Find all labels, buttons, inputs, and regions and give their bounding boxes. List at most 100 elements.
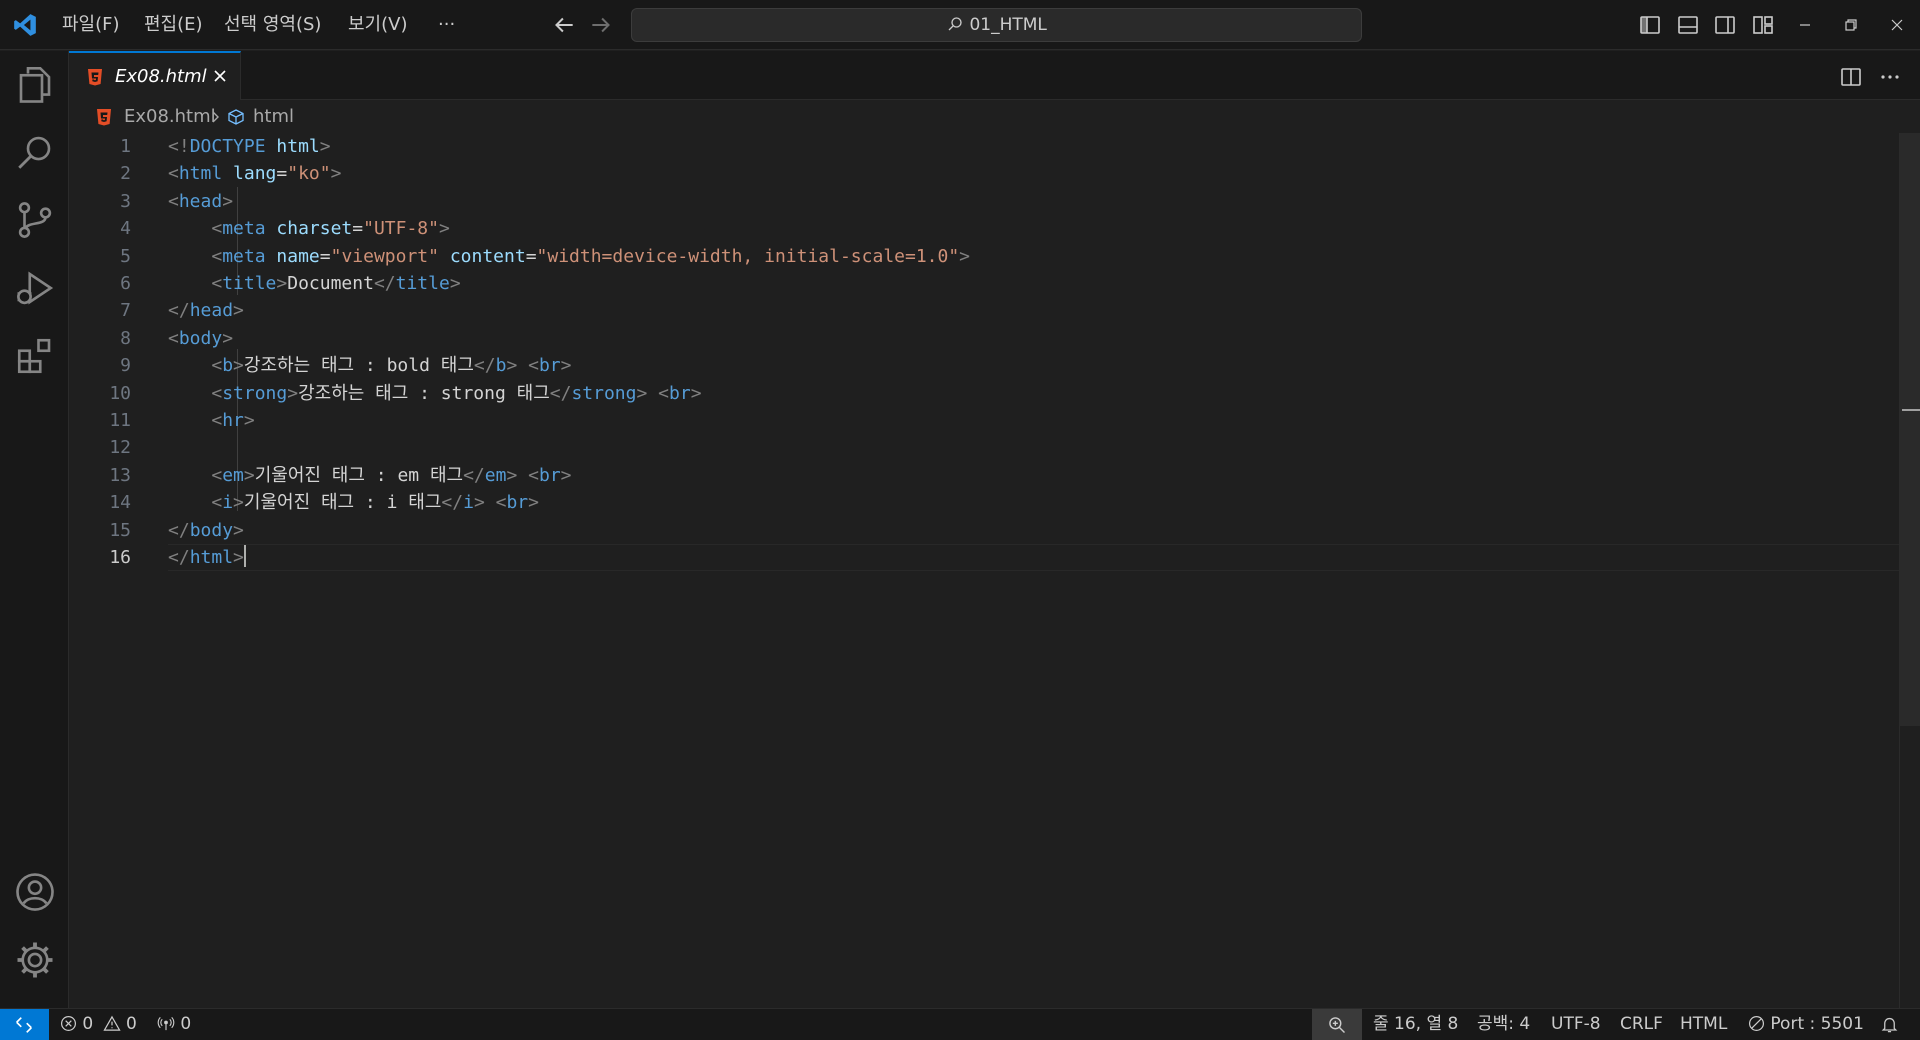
toggle-panel-icon[interactable] xyxy=(1676,13,1700,37)
accounts-icon[interactable] xyxy=(14,871,56,913)
live-server-status[interactable]: Port : 5501 xyxy=(1748,1009,1864,1040)
menu-selection[interactable]: 선택 영역(S) xyxy=(216,0,329,50)
code-line[interactable]: 14 <i>기울어진 태그 : i 태그</i> <br> xyxy=(69,489,1899,516)
code-line[interactable]: 4 <meta charset="UTF-8"> xyxy=(69,215,1899,242)
code-token: > xyxy=(560,464,572,486)
toggle-secondary-sidebar-icon[interactable] xyxy=(1713,13,1737,37)
code-token: br xyxy=(538,355,561,377)
code-token: b xyxy=(495,355,507,377)
tab-ex08-html[interactable]: Ex08.html xyxy=(69,51,241,100)
end-of-line[interactable]: CRLF xyxy=(1620,1009,1663,1040)
explorer-icon[interactable] xyxy=(14,63,56,105)
extensions-icon[interactable] xyxy=(14,335,56,377)
indentation[interactable]: 공백: 4 xyxy=(1477,1009,1530,1040)
split-editor-icon[interactable] xyxy=(1839,65,1863,89)
line-number: 7 xyxy=(120,300,131,322)
code-token: > xyxy=(449,273,461,294)
code-line[interactable]: 9 <b>강조하는 태그 : bold 태그</b> <br> xyxy=(69,352,1899,379)
search-icon[interactable] xyxy=(14,131,56,173)
code-token: i xyxy=(463,492,474,514)
code-line[interactable]: 5 <meta name="viewport" content="width=d… xyxy=(69,243,1899,270)
zoom-indicator[interactable] xyxy=(1312,1009,1362,1040)
breadcrumb-symbol[interactable]: html xyxy=(253,103,294,131)
code-token: > xyxy=(636,382,648,404)
code-editor[interactable]: 1 <!DOCTYPE html> 2 <html lang="ko"> 3 <head>… xyxy=(69,133,1899,1008)
cursor-position[interactable]: 줄 16, 열 8 xyxy=(1373,1009,1458,1040)
minimize-icon[interactable] xyxy=(1782,0,1828,50)
arrow-left-icon[interactable] xyxy=(551,12,577,38)
code-line[interactable]: 15 </body> xyxy=(69,517,1899,544)
code-token: 기울어진 태그 : i 태그 xyxy=(243,492,442,514)
tab-close-icon[interactable] xyxy=(209,65,231,87)
manage-gear-icon[interactable] xyxy=(14,939,56,981)
code-line[interactable]: 16 </html> xyxy=(69,544,1899,571)
code-line[interactable]: 10 <strong>강조하는 태그 : strong 태그</strong> … xyxy=(69,380,1899,407)
code-line[interactable]: 1 <!DOCTYPE html> xyxy=(69,133,1899,160)
line-code: </body> xyxy=(168,517,244,544)
code-token: > xyxy=(222,327,234,349)
code-token: </ xyxy=(373,273,396,294)
code-token: > xyxy=(233,519,244,541)
more-actions-icon[interactable] xyxy=(1878,65,1902,89)
bell-icon[interactable] xyxy=(1880,1015,1899,1034)
remote-indicator[interactable] xyxy=(0,1009,49,1040)
command-center-search[interactable]: 01_HTML xyxy=(631,8,1362,42)
menu-edit[interactable]: 편집(E) xyxy=(136,0,211,50)
code-token: head xyxy=(178,190,223,212)
code-token: > xyxy=(243,410,255,431)
problems-indicator[interactable]: 0 0 xyxy=(60,1009,137,1040)
code-line[interactable]: 6 <title>Document</title> xyxy=(69,270,1899,297)
code-line[interactable]: 12 xyxy=(69,434,1899,461)
menu-more[interactable]: ··· xyxy=(430,0,463,50)
code-token: 기울어진 태그 : em 태그 xyxy=(254,464,464,486)
live-server-icon xyxy=(1748,1015,1765,1032)
code-line[interactable]: 2 <html lang="ko"> xyxy=(69,160,1899,187)
code-token: b xyxy=(222,355,234,377)
code-line[interactable]: 3 <head> xyxy=(69,188,1899,215)
live-server-port: Port : 5501 xyxy=(1770,1014,1864,1034)
customize-layout-icon[interactable] xyxy=(1751,13,1775,37)
code-token: </ xyxy=(168,547,190,568)
code-token: > xyxy=(243,464,255,486)
code-token: html xyxy=(178,163,223,185)
menu-view[interactable]: 보기(V) xyxy=(340,0,415,50)
code-token: "ko" xyxy=(287,163,331,185)
code-line[interactable]: 11 <hr> xyxy=(69,407,1899,434)
arrow-right-icon[interactable] xyxy=(588,12,614,38)
encoding[interactable]: UTF-8 xyxy=(1551,1009,1601,1040)
code-line[interactable]: 8 <body> xyxy=(69,325,1899,352)
source-control-icon[interactable] xyxy=(14,199,56,241)
menu-file[interactable]: 파일(F) xyxy=(54,0,128,50)
line-number: 12 xyxy=(109,437,131,459)
restore-icon[interactable] xyxy=(1828,0,1874,50)
language-mode[interactable]: HTML xyxy=(1680,1009,1727,1040)
code-token: </ xyxy=(168,519,190,541)
scrollbar-thumb[interactable] xyxy=(1900,133,1920,726)
code-token: lang xyxy=(233,163,277,185)
line-number: 1 xyxy=(120,136,131,157)
ports-count: 0 xyxy=(180,1014,192,1034)
activity-bar xyxy=(0,51,69,1008)
symbol-html-icon xyxy=(228,109,244,125)
ports-indicator[interactable]: 0 xyxy=(157,1009,191,1040)
code-token: </ xyxy=(463,464,485,486)
code-line[interactable]: 7 </head> xyxy=(69,297,1899,324)
line-number: 6 xyxy=(120,273,131,294)
line-code: <b>강조하는 태그 : bold 태그</b> <br> xyxy=(168,352,571,379)
code-line[interactable]: 13 <em>기울어진 태그 : em 태그</em> <br> xyxy=(69,462,1899,489)
close-icon[interactable] xyxy=(1874,0,1920,50)
line-number: 11 xyxy=(109,410,131,431)
breadcrumb-file[interactable]: Ex08.html xyxy=(124,103,216,131)
toggle-primary-sidebar-icon[interactable] xyxy=(1638,13,1662,37)
remote-icon xyxy=(16,1017,32,1033)
run-debug-icon[interactable] xyxy=(14,267,56,309)
line-code: <!DOCTYPE html> xyxy=(168,133,331,160)
line-code: <meta charset="UTF-8"> xyxy=(168,215,449,242)
